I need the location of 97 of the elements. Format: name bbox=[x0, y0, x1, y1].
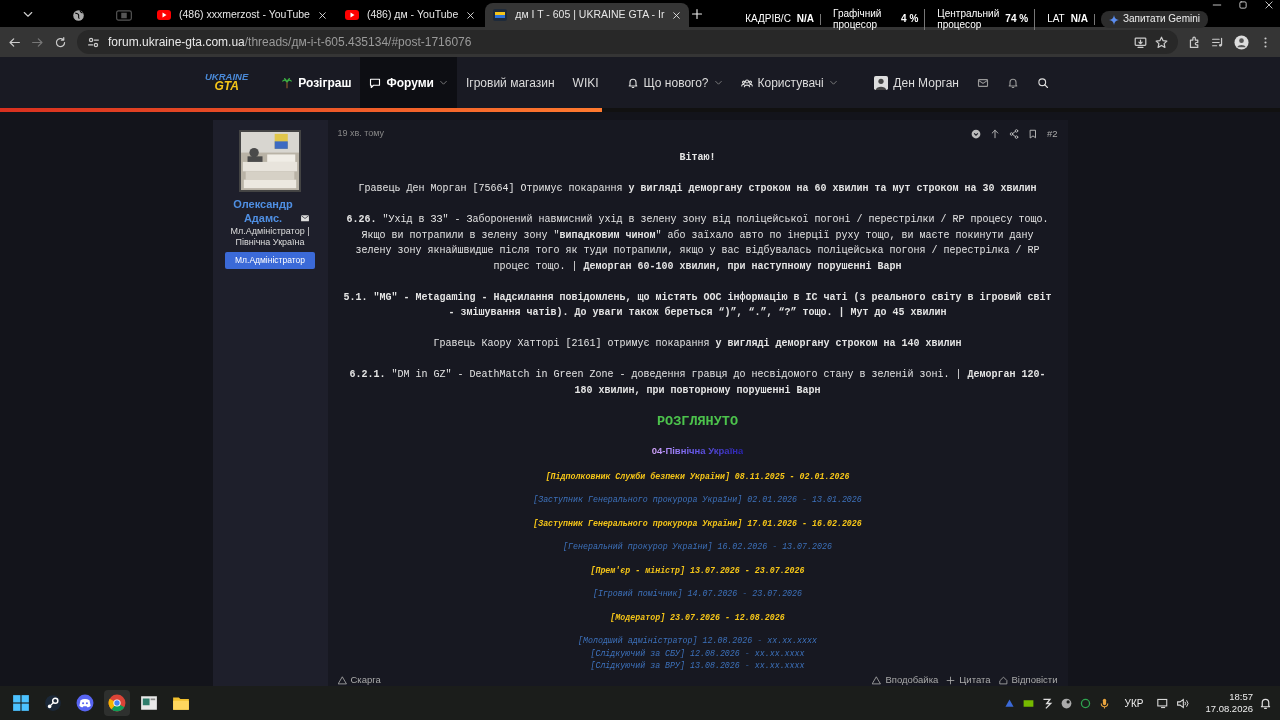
site-icon bbox=[493, 9, 508, 21]
role-history-line: [Молодший адміністратор] 12.08.2026 - xx.xx.xxxx bbox=[578, 636, 817, 645]
maximize-icon[interactable] bbox=[1238, 0, 1248, 10]
overlay-label: КАДРІВ/С bbox=[745, 14, 791, 25]
nav-link[interactable]: Форуми bbox=[360, 57, 457, 108]
author-title: Мл.Адміністратор | Північна Україна bbox=[229, 225, 311, 249]
post-paragraph: Вітаю! bbox=[678, 151, 717, 165]
plus-icon bbox=[946, 675, 956, 685]
browser-icon[interactable] bbox=[108, 694, 126, 712]
role-history-line: [Заступник Генерального прокурора України] 17.01.2026 - 16.02.2026 bbox=[533, 518, 862, 528]
search-icon[interactable] bbox=[1037, 76, 1049, 89]
folder-icon[interactable] bbox=[172, 694, 190, 712]
status-heading: РОЗГЛЯНУТО bbox=[657, 413, 738, 429]
close-icon[interactable] bbox=[317, 10, 327, 20]
caret-icon[interactable] bbox=[439, 78, 448, 87]
browser-tab[interactable]: (486) xxxmerzost - YouTube bbox=[149, 3, 335, 27]
post-paragraph: 6.26. "Ухід в ЗЗ" - Заборонений навмисний ухід в зелену зону від поліцейської погоні / перестрілки / RP процесу тощо. Якщо ви потрапили в зелену зону "випадковим чином" або заїхало авто по інерції руху тощо, ви маєте покинути дану зелену зону якнайшвидше після того як туди потрапили, якщо у вас відбувалась поліцейська погоня / перестрілка / RP процес тощо. | Деморган 60-100 хвилин, при наступному порушенні Варн bbox=[345, 212, 1050, 274]
profile-icon[interactable] bbox=[1234, 34, 1249, 50]
avatar-icon bbox=[874, 75, 889, 90]
role-history-line: [Модератор] 23.07.2026 - 12.08.2026 bbox=[610, 612, 785, 622]
post-paragraph: Гравець Ден Морган [75664] Отримує покарання у вигляді деморгану строком на 60 хвилин та мут строком на 30 хвилин bbox=[357, 182, 1038, 196]
plus-icon[interactable] bbox=[691, 7, 704, 20]
gemini-button[interactable]: Запитати Gemini bbox=[1100, 11, 1208, 28]
bell-icon[interactable] bbox=[1007, 76, 1019, 89]
nav-link[interactable]: Користувачі bbox=[731, 57, 847, 108]
post-paragraph: 6.2.1. "DM in GZ" - DeathMatch in Green Zone - доведення гравця до несвідомого стану в зеленій зоні. | Деморган 120-180 хвилин, при повторному порушенні Варн bbox=[348, 368, 1047, 398]
overlay-value: N/A bbox=[796, 14, 815, 25]
play-icon bbox=[344, 10, 359, 20]
windows-icon[interactable] bbox=[12, 694, 30, 712]
caret-icon[interactable] bbox=[828, 78, 838, 87]
clock-time[interactable]: 18:57 bbox=[1229, 691, 1253, 703]
mail-icon[interactable] bbox=[300, 213, 310, 223]
page-icon bbox=[115, 9, 133, 21]
nav-link[interactable]: WIKI bbox=[563, 57, 608, 108]
overlay-label: LAT bbox=[1047, 14, 1065, 25]
nav-link[interactable]: Ігровий магазин bbox=[457, 57, 564, 108]
user-menu[interactable]: Ден Морган bbox=[865, 57, 968, 108]
language-indicator[interactable]: УКР bbox=[1124, 695, 1144, 711]
overlay-label: Центральний процесор bbox=[937, 9, 1000, 30]
game-controller-icon[interactable] bbox=[76, 694, 94, 712]
notification-bell-icon[interactable] bbox=[1259, 696, 1272, 710]
globe-icon bbox=[72, 8, 85, 22]
bookmark-icon[interactable] bbox=[1027, 129, 1038, 139]
post-paragraph: Гравець Каору Хатторі [2161] отримує покарання у вигляді деморгану строком на 140 хвилин bbox=[432, 337, 963, 351]
nav-link[interactable]: Розіграш bbox=[272, 57, 361, 108]
tray-icon[interactable] bbox=[1040, 696, 1054, 710]
sparkle-icon bbox=[1108, 14, 1119, 25]
like-link[interactable]: Вподобайка bbox=[872, 672, 939, 687]
extensions-icon[interactable] bbox=[1188, 35, 1201, 49]
browser-tab[interactable]: дм I T - 605 | UKRAINE GTA - Ir bbox=[485, 3, 690, 27]
bell-icon bbox=[626, 76, 639, 89]
back-icon[interactable] bbox=[8, 35, 21, 49]
speaker-icon[interactable] bbox=[1176, 696, 1190, 710]
palm-icon bbox=[281, 76, 294, 89]
report-link[interactable]: Скарга bbox=[337, 672, 381, 687]
reply-link[interactable]: Відповісти bbox=[998, 672, 1058, 687]
role-history-line: [Заступник Генерального прокурора України] 02.01.2026 - 13.01.2026 bbox=[533, 495, 862, 504]
share-icon[interactable] bbox=[1008, 129, 1019, 139]
author-name[interactable]: Олександр Адамс. bbox=[230, 198, 296, 226]
up-arrow-icon[interactable] bbox=[989, 129, 1000, 139]
post-time[interactable]: 19 хв. тому bbox=[337, 127, 385, 141]
role-history-line: [Слідкуючий за СБУ] 12.08.2026 - xx.xx.xxxx bbox=[590, 648, 805, 658]
post-number[interactable]: #2 bbox=[1046, 126, 1058, 142]
role-history-line: [Слідкуючий за ВРУ] 13.08.2026 - xx.xx.xxxx bbox=[590, 661, 805, 670]
overlay-value: 74 % bbox=[1005, 14, 1029, 25]
star-icon[interactable] bbox=[1155, 35, 1168, 49]
clock-date[interactable]: 17.08.2026 bbox=[1205, 703, 1253, 715]
browser-tab[interactable]: (486) дм - YouTube bbox=[336, 3, 484, 27]
users-icon bbox=[740, 76, 753, 89]
close-icon[interactable] bbox=[1264, 0, 1274, 10]
role-history-line: [Генеральний прокурор України] 16.02.2026 - 13.07.2026 bbox=[563, 542, 832, 551]
mail-icon[interactable] bbox=[977, 76, 989, 89]
role-history-line: [Підполковник Служби безпеки України] 08.11.2025 - 02.01.2026 bbox=[545, 471, 850, 481]
caret-icon[interactable] bbox=[713, 78, 723, 87]
reload-icon[interactable] bbox=[54, 35, 67, 49]
dropdown-icon[interactable] bbox=[970, 129, 981, 139]
play-icon bbox=[157, 10, 171, 20]
warning-icon bbox=[337, 675, 347, 685]
address-bar[interactable]: forum.ukraine-gta.com.ua/threads/дм-i-t-605.435134/#post-1716076 bbox=[77, 30, 1178, 54]
role-badge: Мл.Адміністратор bbox=[225, 251, 315, 269]
forward-icon[interactable] bbox=[31, 35, 44, 49]
tray-icon[interactable] bbox=[1078, 696, 1092, 710]
address-text: forum.ukraine-gta.com.ua/threads/дм-i-t-605.435134/#post-1716076 bbox=[108, 34, 472, 51]
chat-icon bbox=[369, 76, 382, 89]
quote-link[interactable]: Цитата bbox=[946, 672, 991, 687]
post-paragraph: 5.1. "MG" - Metagaming - Надсилання повідомлень, що містять OOC інформацію в IC чаті (з реального світу в ігровий світ - змішування чатів). До уваги також береться “)”, “.”, “?” тощо. | Мут до 45 хвилин bbox=[342, 290, 1053, 320]
role-history-line: [Ігровий помічник] 14.07.2026 - 23.07.2026 bbox=[592, 589, 803, 598]
install-icon[interactable] bbox=[1134, 35, 1147, 49]
overlay-label: Графічний процесор bbox=[833, 9, 883, 30]
logo[interactable]: UKRAINE GTA bbox=[205, 72, 249, 93]
media-icon[interactable] bbox=[1211, 35, 1224, 49]
window-app-icon[interactable] bbox=[140, 694, 158, 712]
overlay-value: N/A bbox=[1070, 14, 1088, 25]
overlay-value: 4 % bbox=[901, 14, 919, 25]
site-settings-icon[interactable] bbox=[87, 35, 100, 49]
role-history-line: [Прем'єр - міністр] 13.07.2026 - 23.07.2026 bbox=[590, 565, 805, 575]
nav-link[interactable]: Що нового? bbox=[617, 57, 732, 108]
